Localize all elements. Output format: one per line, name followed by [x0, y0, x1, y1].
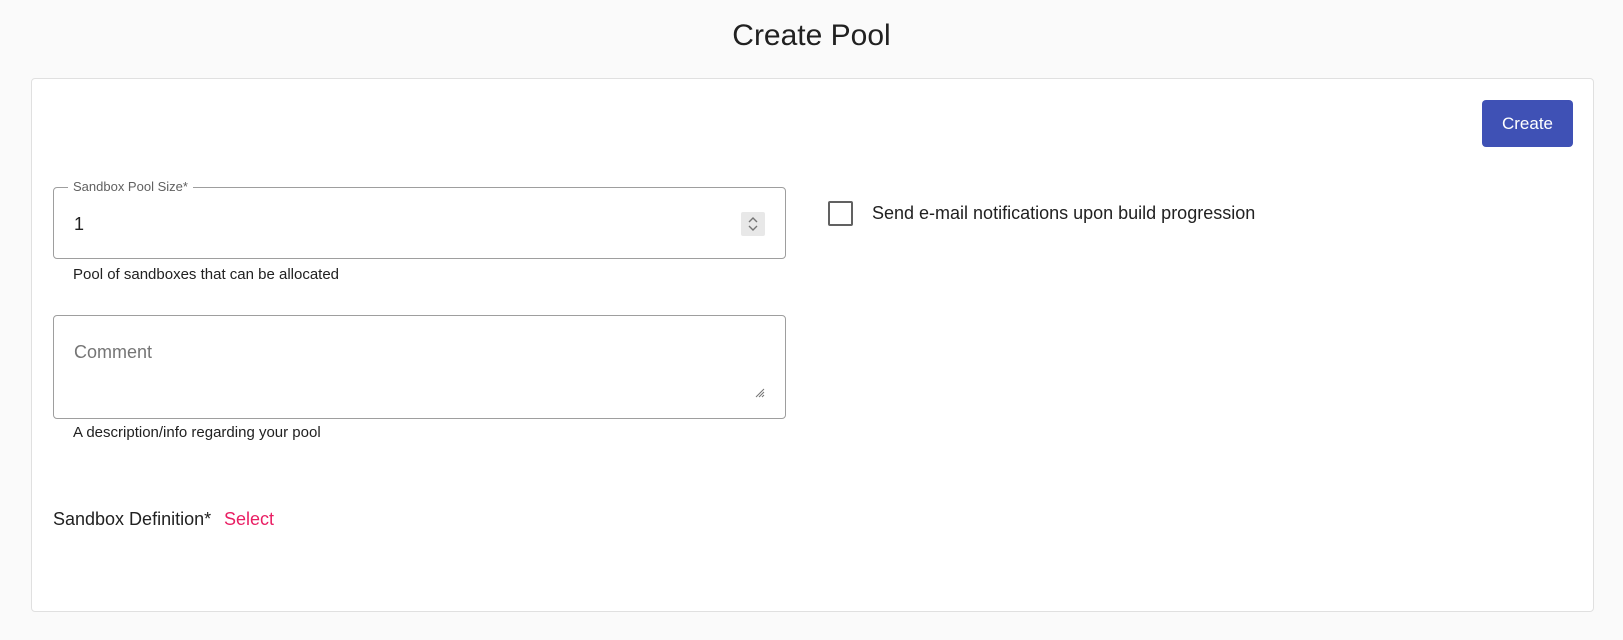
pool-size-field[interactable]: Sandbox Pool Size* [53, 179, 786, 259]
page-title: Create Pool [732, 19, 891, 52]
comment-hint: A description/info regarding your pool [73, 424, 321, 441]
sandbox-definition-label: Sandbox Definition* [53, 509, 212, 529]
pool-size-label: Sandbox Pool Size* [68, 179, 193, 195]
sandbox-definition-select-link[interactable]: Select [224, 509, 274, 530]
pool-size-input[interactable] [74, 214, 694, 235]
create-pool-card: Create Sandbox Pool Size* Pool of sandbo… [31, 78, 1594, 612]
comment-field[interactable]: Comment [53, 315, 786, 419]
pool-size-hint: Pool of sandboxes that can be allocated [73, 266, 340, 283]
number-stepper[interactable] [741, 212, 765, 236]
resize-grip-icon[interactable] [753, 386, 765, 398]
chevron-down-icon[interactable] [748, 224, 758, 232]
chevron-up-icon[interactable] [748, 216, 758, 224]
email-notifications-label[interactable]: Send e-mail notifications upon build pro… [872, 203, 1255, 224]
email-notifications-checkbox[interactable] [828, 201, 853, 226]
comment-placeholder: Comment [74, 342, 153, 362]
create-button[interactable]: Create [1482, 100, 1573, 147]
